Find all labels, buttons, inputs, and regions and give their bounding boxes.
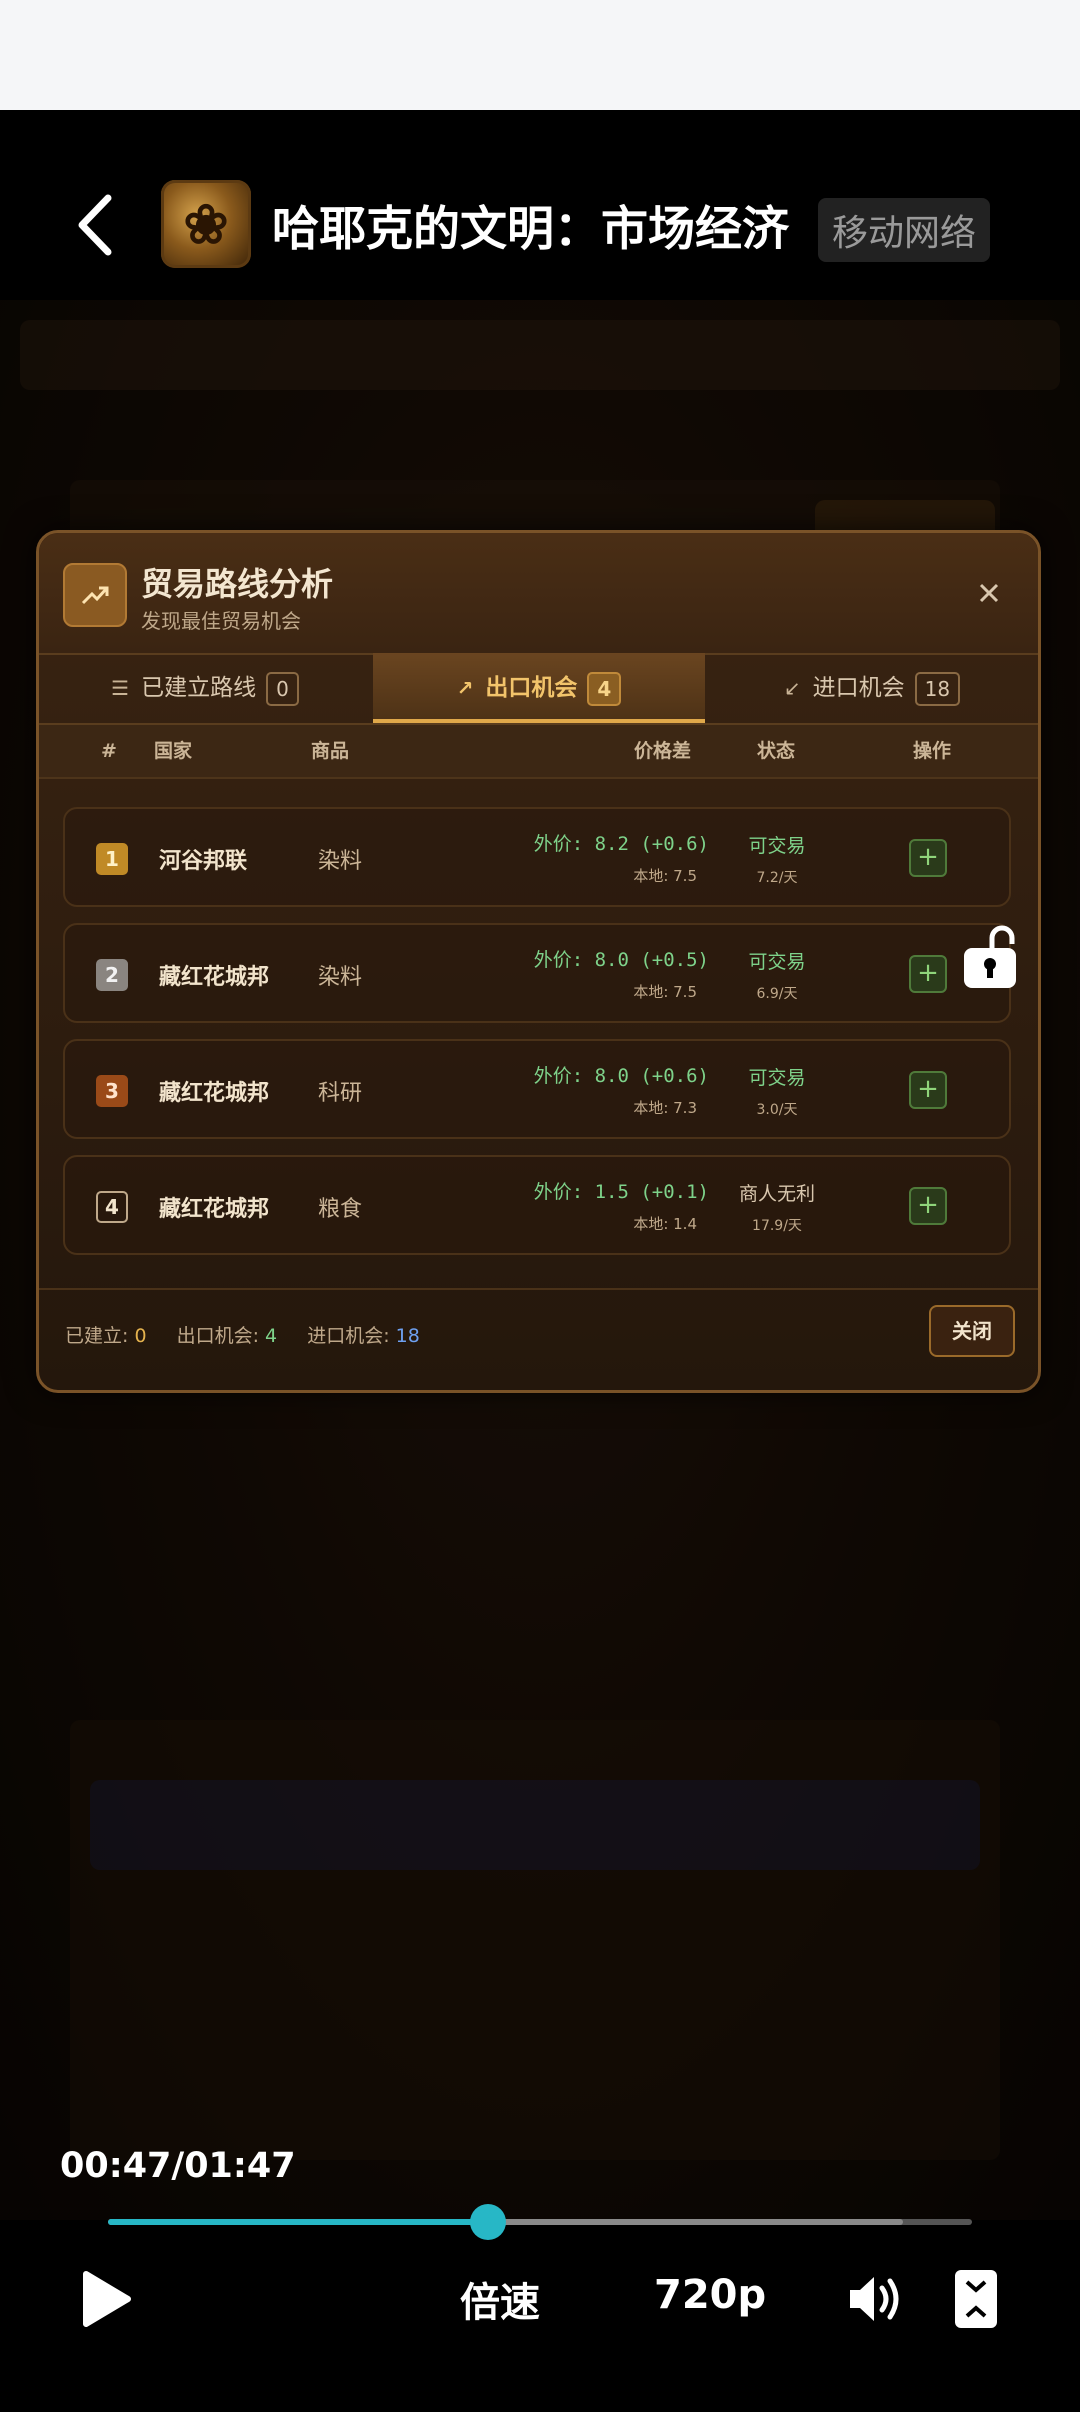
rank-badge: 4 [96, 1191, 128, 1223]
export-label: 出口机会: [176, 1325, 259, 1347]
exit-fullscreen-icon[interactable] [955, 2270, 997, 2328]
add-route-button[interactable]: + [909, 955, 947, 993]
country-name: 河谷邦联 [159, 849, 248, 874]
speed-button[interactable]: 倍速 [460, 2270, 540, 2328]
good-name: 染料 [318, 849, 363, 874]
trade-status: 可交易 [748, 1067, 806, 1089]
table-row: 2 藏红花城邦 染料 外价: 8.0 (+0.5) 本地: 7.5 可交易 6.… [63, 923, 1011, 1023]
play-icon[interactable] [78, 2268, 134, 2330]
external-price: 外价: 1.5 (+0.1) [533, 1181, 709, 1203]
dialog-title: 贸易路线分析 [141, 565, 334, 603]
tab-export[interactable]: ↗ 出口机会 4 [373, 653, 705, 723]
dialog-subtitle: 发现最佳贸易机会 [141, 609, 301, 633]
local-price: 本地: 7.3 [633, 1099, 697, 1117]
dialog-header: 贸易路线分析 发现最佳贸易机会 [39, 533, 1038, 655]
trade-rate: 17.9/天 [752, 1218, 802, 1234]
footer-stats: 已建立: 0 出口机会: 4 进口机会: 18 [65, 1321, 420, 1348]
import-label: 进口机会: [307, 1325, 390, 1347]
external-price: 外价: 8.2 (+0.6) [533, 833, 709, 855]
trade-status: 可交易 [748, 835, 806, 857]
good-name: 粮食 [318, 1197, 363, 1222]
table-row: 3 藏红花城邦 科研 外价: 8.0 (+0.6) 本地: 7.3 可交易 3.… [63, 1039, 1011, 1139]
progress-fill [108, 2219, 489, 2225]
footer-divider [39, 1288, 1038, 1290]
col-good: 商品 [311, 740, 350, 762]
import-value: 18 [395, 1325, 420, 1347]
rank-badge: 2 [96, 959, 128, 991]
trending-up-icon [63, 563, 127, 627]
close-button[interactable]: 关闭 [929, 1305, 1015, 1357]
good-name: 科研 [318, 1081, 363, 1106]
table-row: 1 河谷邦联 染料 外价: 8.2 (+0.6) 本地: 7.5 可交易 7.2… [63, 807, 1011, 907]
local-price: 本地: 7.5 [633, 867, 697, 885]
table-header: # 国家 商品 价格差 状态 操作 [39, 725, 1038, 779]
add-route-button[interactable]: + [909, 1187, 947, 1225]
screen-lock-icon[interactable] [962, 922, 1018, 992]
progress-thumb[interactable] [470, 2204, 507, 2240]
player-controls [0, 2220, 1080, 2412]
trade-rate: 7.2/天 [756, 870, 798, 886]
add-route-button[interactable]: + [909, 1071, 947, 1109]
trade-rate: 3.0/天 [756, 1102, 798, 1118]
network-badge: 移动网络 [818, 198, 991, 262]
col-country: 国家 [154, 740, 193, 762]
tab-import[interactable]: ↙ 进口机会 18 [706, 653, 1038, 723]
trade-rate: 6.9/天 [756, 986, 798, 1002]
arrow-down-left-icon: ↙ [783, 676, 801, 700]
export-value: 4 [265, 1325, 278, 1347]
external-price: 外价: 8.0 (+0.6) [533, 1065, 709, 1087]
col-status: 状态 [757, 740, 796, 762]
playback-time: 00:47/01:47 [60, 2146, 296, 2186]
built-value: 0 [134, 1325, 147, 1347]
col-rank: # [101, 740, 117, 762]
quality-button[interactable]: 720p [654, 2272, 766, 2318]
tab-label: 已建立路线 [141, 675, 257, 701]
country-name: 藏红花城邦 [159, 1081, 270, 1106]
back-icon[interactable] [70, 190, 130, 260]
country-name: 藏红花城邦 [159, 1197, 270, 1222]
tab-label: 进口机会 [812, 675, 905, 701]
tab-count: 4 [587, 671, 622, 706]
trade-route-dialog: 贸易路线分析 发现最佳贸易机会 ☰ 已建立路线 0 ↗ 出口机会 4 ↙ 进口机会 18 #… [36, 530, 1041, 1393]
tab-count: 18 [914, 671, 961, 706]
rank-badge: 1 [96, 843, 128, 875]
game-title: 哈耶克的文明：市场经济 [272, 202, 789, 257]
country-name: 藏红花城邦 [159, 965, 270, 990]
built-label: 已建立: [65, 1325, 129, 1347]
volume-icon[interactable] [846, 2272, 904, 2326]
good-name: 染料 [318, 965, 363, 990]
col-action: 操作 [913, 740, 952, 762]
arrow-up-right-icon: ↗ [456, 676, 474, 700]
trade-status: 可交易 [748, 951, 806, 973]
rank-badge: 3 [96, 1075, 128, 1107]
status-bar [0, 0, 1080, 110]
list-icon: ☰ [111, 676, 130, 700]
app-icon[interactable]: ❀ [161, 180, 251, 268]
local-price: 本地: 7.5 [633, 983, 697, 1001]
tab-count: 0 [266, 671, 299, 706]
external-price: 外价: 8.0 (+0.5) [533, 949, 709, 971]
tab-established[interactable]: ☰ 已建立路线 0 [39, 653, 371, 723]
close-icon[interactable] [969, 573, 1009, 613]
tab-bar: ☰ 已建立路线 0 ↗ 出口机会 4 ↙ 进口机会 18 [39, 653, 1038, 725]
local-price: 本地: 1.4 [633, 1215, 697, 1233]
tab-label: 出口机会 [485, 675, 578, 701]
table-row: 4 藏红花城邦 粮食 外价: 1.5 (+0.1) 本地: 1.4 商人无利 1… [63, 1155, 1011, 1255]
trade-status: 商人无利 [738, 1183, 815, 1205]
col-price-diff: 价格差 [634, 740, 692, 762]
add-route-button[interactable]: + [909, 839, 947, 877]
